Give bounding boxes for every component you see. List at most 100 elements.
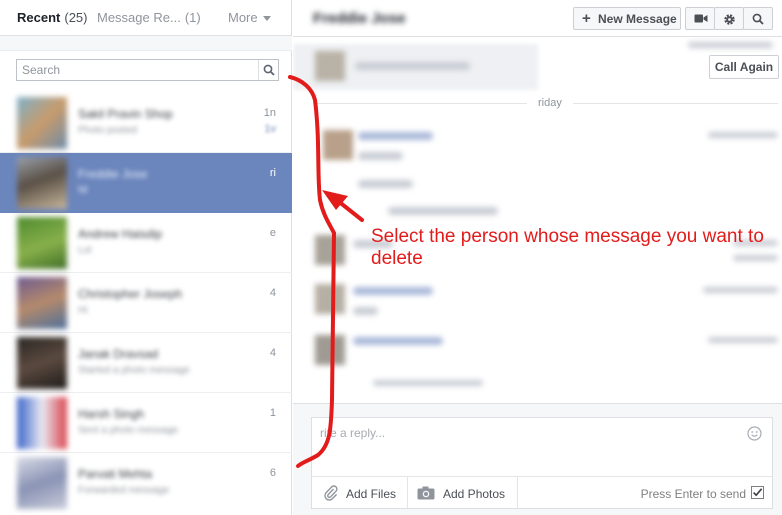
- new-message-button[interactable]: + New Message: [573, 7, 681, 30]
- conversation-item-selected[interactable]: Freddie Jose Nl ri: [0, 153, 292, 213]
- avatar: [17, 457, 67, 509]
- conversation-item[interactable]: Christopher Joseph Hi 4: [0, 273, 292, 333]
- sidebar-divider-strip: [0, 36, 292, 51]
- conversation-name: Freddie Jose: [78, 167, 148, 181]
- conversation-snippet: Forwarded message: [78, 485, 170, 496]
- blurred-sender-name: [358, 132, 433, 140]
- gear-icon: [724, 14, 735, 25]
- conversation-snippet: Started a photo message: [78, 365, 190, 376]
- settings-button[interactable]: [714, 7, 744, 30]
- search-icon: [752, 13, 764, 25]
- avatar: [315, 51, 345, 81]
- search-box: [16, 59, 279, 81]
- composer-toolbar: Add Files Add Photos Press Enter to send: [312, 476, 772, 508]
- blurred-text: [353, 307, 378, 315]
- search-conversation-button[interactable]: [743, 7, 773, 30]
- conversation-name: Janak Dravsad: [78, 347, 159, 361]
- avatar: [17, 157, 67, 209]
- tab-recent[interactable]: Recent (25): [17, 10, 87, 25]
- conversation-time: 4: [269, 347, 276, 359]
- blurred-text: [358, 152, 403, 160]
- conversation-snippet: Hi: [78, 305, 88, 316]
- message-thread: Call Again riday: [293, 37, 782, 403]
- conversation-time: 6: [269, 467, 276, 479]
- conversation-snippet: Nl: [78, 185, 88, 196]
- avatar: [17, 337, 67, 389]
- tab-recent-label: Recent: [17, 10, 61, 25]
- avatar: [315, 335, 345, 365]
- conversation-time: 1: [269, 407, 276, 419]
- tab-requests-label: Message Re...: [97, 10, 181, 25]
- video-camera-icon: [694, 14, 708, 23]
- blurred-sender-name: [353, 337, 443, 345]
- blurred-text: [358, 180, 413, 188]
- press-enter-to-send-label: Press Enter to send: [640, 487, 746, 501]
- blurred-text: [703, 287, 778, 293]
- conversation-name: Sakil Pravin Shop: [78, 107, 173, 121]
- message-composer: Add Files Add Photos Press Enter to send: [293, 403, 782, 515]
- more-label: More: [228, 10, 258, 25]
- chevron-down-icon: [262, 16, 271, 22]
- conversation-snippet: Sent a photo message: [78, 425, 179, 436]
- avatar: [315, 284, 345, 314]
- conversation-time: 1n: [263, 107, 276, 119]
- day-divider-line: [317, 103, 527, 104]
- conversation-item[interactable]: Sakil Pravin Shop Photo posted 1n 1v: [0, 93, 292, 153]
- inbox-tabs: Recent (25) Message Re... (1) More: [0, 0, 292, 36]
- search-input[interactable]: [17, 60, 259, 80]
- avatar: [323, 130, 353, 160]
- annotation-label: Select the person whose message you want…: [371, 226, 764, 269]
- paperclip-icon: [324, 485, 338, 501]
- conversation-name: Harsh Singh: [78, 407, 145, 421]
- blurred-text: [373, 380, 483, 386]
- tab-message-requests[interactable]: Message Re... (1): [97, 10, 201, 25]
- conversation-snippet: Photo posted: [78, 125, 137, 136]
- add-files-label: Add Files: [346, 487, 397, 501]
- conversation-name: Andrew Haisdip: [78, 227, 163, 241]
- plus-icon: +: [582, 10, 591, 27]
- avatar: [17, 217, 67, 269]
- conversation-sidebar: Recent(25) Message Re...(1) More Sakil P…: [0, 0, 292, 515]
- thread-header: Freddie Jose + New Message: [293, 0, 782, 37]
- avatar: [17, 397, 67, 449]
- conversation-time: e: [269, 227, 276, 239]
- search-button[interactable]: [258, 60, 278, 80]
- blurred-text: [708, 337, 778, 343]
- conversation-item[interactable]: Harsh Singh Sent a photo message 1: [0, 393, 292, 453]
- conversation-item[interactable]: Janak Dravsad Started a photo message 4: [0, 333, 292, 393]
- search-icon: [263, 64, 275, 76]
- tab-recent-count: (25): [64, 10, 88, 25]
- conversation-snippet: Lol: [78, 245, 92, 256]
- avatar: [17, 97, 67, 149]
- conversation-name: Parvati Mehta: [78, 467, 153, 481]
- conversation-item[interactable]: Andrew Haisdip Lol e: [0, 213, 292, 273]
- more-dropdown[interactable]: More: [228, 10, 271, 25]
- reply-box: Add Files Add Photos Press Enter to send: [311, 417, 773, 509]
- add-photos-label: Add Photos: [443, 487, 506, 501]
- conversation-time: 4: [269, 287, 276, 299]
- blurred-text: [355, 62, 470, 70]
- blurred-text: [708, 132, 778, 138]
- add-files-button[interactable]: Add Files: [312, 477, 408, 508]
- camera-icon: [417, 486, 435, 500]
- call-again-button[interactable]: Call Again: [709, 55, 779, 79]
- day-divider-label: riday: [538, 97, 562, 109]
- reply-input[interactable]: [312, 418, 742, 476]
- thread-title: Freddie Jose: [313, 10, 406, 27]
- press-enter-to-send-checkbox[interactable]: [751, 486, 764, 499]
- blurred-text: [688, 42, 773, 48]
- avatar: [17, 277, 67, 329]
- emoji-icon[interactable]: [747, 426, 762, 441]
- day-divider-line: [573, 103, 778, 104]
- video-call-button[interactable]: [685, 7, 715, 30]
- blurred-text: [388, 207, 498, 215]
- conversation-item[interactable]: Parvati Mehta Forwarded message 6: [0, 453, 292, 513]
- conversation-name: Christopher Joseph: [78, 287, 183, 301]
- tab-requests-count: (1): [184, 10, 201, 25]
- blurred-sender-name: [353, 287, 433, 295]
- conversation-list: Sakil Pravin Shop Photo posted 1n 1v Fre…: [0, 93, 292, 513]
- conversation-time-extra: 1v: [264, 123, 276, 135]
- avatar: [315, 235, 345, 265]
- add-photos-button[interactable]: Add Photos: [407, 477, 518, 508]
- conversation-time: ri: [269, 167, 276, 179]
